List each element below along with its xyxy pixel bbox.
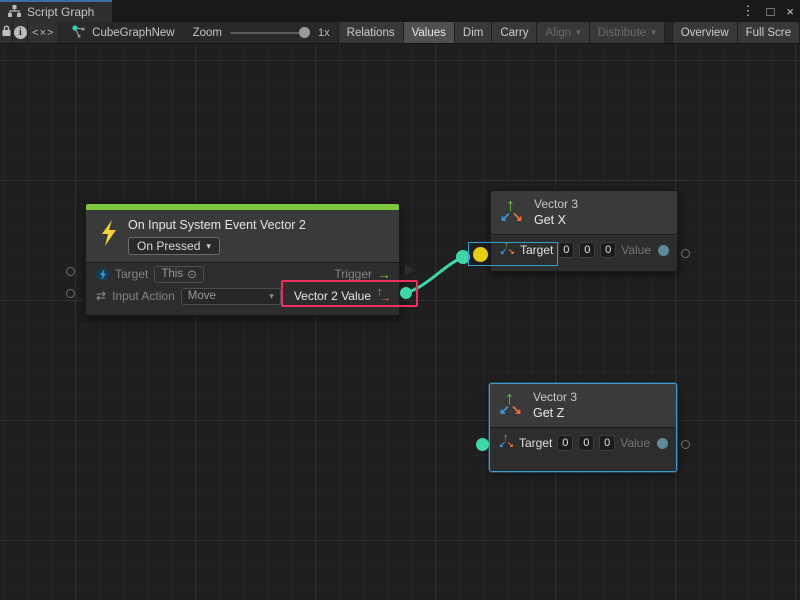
get-z-value-port[interactable] bbox=[657, 438, 668, 449]
circle-dot-icon: ⊙ bbox=[187, 267, 197, 281]
get-z-input-x[interactable]: 0 bbox=[557, 435, 573, 451]
script-graph-window: Script Graph ⋮ □ × i <×> bbox=[0, 0, 800, 600]
input-action-icon: ⇄ bbox=[96, 289, 106, 303]
graph-hierarchy-icon bbox=[8, 5, 21, 20]
dim-button[interactable]: Dim bbox=[455, 22, 492, 43]
align-dropdown-button[interactable]: Align ▾ bbox=[537, 22, 589, 43]
get-x-input-z[interactable]: 0 bbox=[600, 242, 616, 258]
lock-button[interactable] bbox=[0, 22, 13, 43]
vector3-icon: ↑ ↙ ↘ bbox=[501, 200, 525, 225]
fullscreen-button[interactable]: Full Scre bbox=[738, 22, 800, 43]
get-z-target-label: Target bbox=[519, 436, 552, 450]
graph-breadcrumb[interactable]: CubeGraphNew bbox=[59, 22, 184, 43]
event-target-input-port[interactable] bbox=[66, 267, 75, 276]
target-this-chip[interactable]: This ⊙ bbox=[154, 266, 203, 283]
chevron-down-icon: ▾ bbox=[651, 27, 656, 38]
graph-node-icon bbox=[71, 25, 86, 41]
relations-button[interactable]: Relations bbox=[339, 22, 404, 43]
window-menu-icon[interactable]: ⋮ bbox=[742, 3, 755, 19]
zoom-control: Zoom 1x bbox=[185, 22, 338, 43]
get-x-value-port[interactable] bbox=[658, 245, 669, 256]
event-action-input-port[interactable] bbox=[66, 289, 75, 298]
lock-icon bbox=[1, 25, 12, 40]
event-target-icon bbox=[96, 268, 109, 281]
get-z-type-label: Vector 3 bbox=[533, 390, 577, 405]
window-controls: ⋮ □ × bbox=[742, 0, 794, 22]
info-icon: i bbox=[14, 26, 27, 39]
trigger-arrow-icon: → bbox=[377, 267, 391, 281]
input-action-dropdown[interactable]: Move ▾ bbox=[181, 288, 281, 305]
event-node-title: On Input System Event Vector 2 bbox=[128, 218, 306, 232]
info-button[interactable]: i bbox=[13, 22, 28, 43]
event-node-header: On Input System Event Vector 2 On Presse… bbox=[86, 210, 399, 262]
get-z-port-row: ↑ ↙ ↘ Target 0 0 0 Value bbox=[490, 428, 676, 458]
get-x-name-label: Get X bbox=[534, 212, 578, 228]
window-maximize-icon[interactable]: □ bbox=[767, 4, 775, 19]
red-highlight-box bbox=[281, 280, 418, 307]
vector3-icon: ↑ ↙ ↘ bbox=[500, 436, 514, 450]
values-button[interactable]: Values bbox=[404, 22, 455, 43]
trigger-label: Trigger bbox=[334, 267, 372, 281]
window-close-icon[interactable]: × bbox=[786, 4, 794, 19]
get-z-name-label: Get Z bbox=[533, 405, 577, 421]
graph-toolbar: i <×> CubeGraphNew Zoom 1x bbox=[0, 22, 800, 44]
zoom-slider-track[interactable] bbox=[230, 32, 310, 34]
overview-button[interactable]: Overview bbox=[673, 22, 738, 43]
connection-layer bbox=[0, 44, 800, 600]
vector3-icon: ↑ ↙ ↘ bbox=[500, 393, 524, 418]
chevron-down-icon: ▾ bbox=[206, 241, 211, 252]
input-action-label: Input Action bbox=[112, 289, 175, 303]
get-z-body: ↑ ↙ ↘ Target 0 0 0 Value bbox=[490, 427, 676, 471]
code-icon: <×> bbox=[32, 27, 54, 39]
get-z-header: ↑ ↙ ↘ Vector 3 Get Z bbox=[490, 384, 676, 427]
chevron-down-icon: ▾ bbox=[576, 27, 581, 38]
distribute-dropdown-button[interactable]: Distribute ▾ bbox=[590, 22, 665, 43]
lightning-bolt-icon bbox=[100, 220, 118, 249]
target-label: Target bbox=[115, 267, 148, 281]
graph-canvas[interactable]: On Input System Event Vector 2 On Presse… bbox=[0, 44, 800, 600]
get-x-input-x[interactable]: 0 bbox=[558, 242, 574, 258]
toolbar-button-row: Relations Values Dim Carry Align ▾ Distr… bbox=[338, 22, 800, 43]
get-x-input-y[interactable]: 0 bbox=[579, 242, 595, 258]
toolbar-gap bbox=[665, 22, 673, 43]
event-mode-dropdown[interactable]: On Pressed ▾ bbox=[128, 237, 220, 255]
tab-label: Script Graph bbox=[27, 5, 94, 19]
get-x-header: ↑ ↙ ↘ Vector 3 Get X bbox=[491, 191, 677, 234]
get-z-input-z[interactable]: 0 bbox=[599, 435, 615, 451]
tab-script-graph[interactable]: Script Graph bbox=[0, 0, 112, 22]
get-x-value-label: Value bbox=[621, 243, 651, 257]
blue-highlight-box bbox=[468, 242, 558, 266]
get-z-target-input-port[interactable] bbox=[476, 438, 489, 451]
zoom-value: 1x bbox=[318, 27, 330, 39]
trigger-output-port[interactable] bbox=[405, 264, 414, 276]
get-x-value-output-port[interactable] bbox=[681, 249, 690, 258]
window-titlebar: Script Graph ⋮ □ × bbox=[0, 0, 800, 22]
get-x-type-label: Vector 3 bbox=[534, 197, 578, 212]
get-z-value-output-port[interactable] bbox=[681, 440, 690, 449]
inspect-code-button[interactable]: <×> bbox=[28, 22, 59, 43]
get-z-input-y[interactable]: 0 bbox=[578, 435, 594, 451]
carry-button[interactable]: Carry bbox=[492, 22, 537, 43]
graph-name-label: CubeGraphNew bbox=[92, 27, 174, 39]
vector3-get-z-node[interactable]: ↑ ↙ ↘ Vector 3 Get Z ↑ ↙ ↘ Target bbox=[489, 383, 677, 472]
zoom-label: Zoom bbox=[193, 27, 222, 39]
chevron-down-icon: ▾ bbox=[269, 291, 274, 302]
get-z-value-label: Value bbox=[620, 436, 650, 450]
zoom-slider-handle[interactable] bbox=[299, 27, 310, 38]
